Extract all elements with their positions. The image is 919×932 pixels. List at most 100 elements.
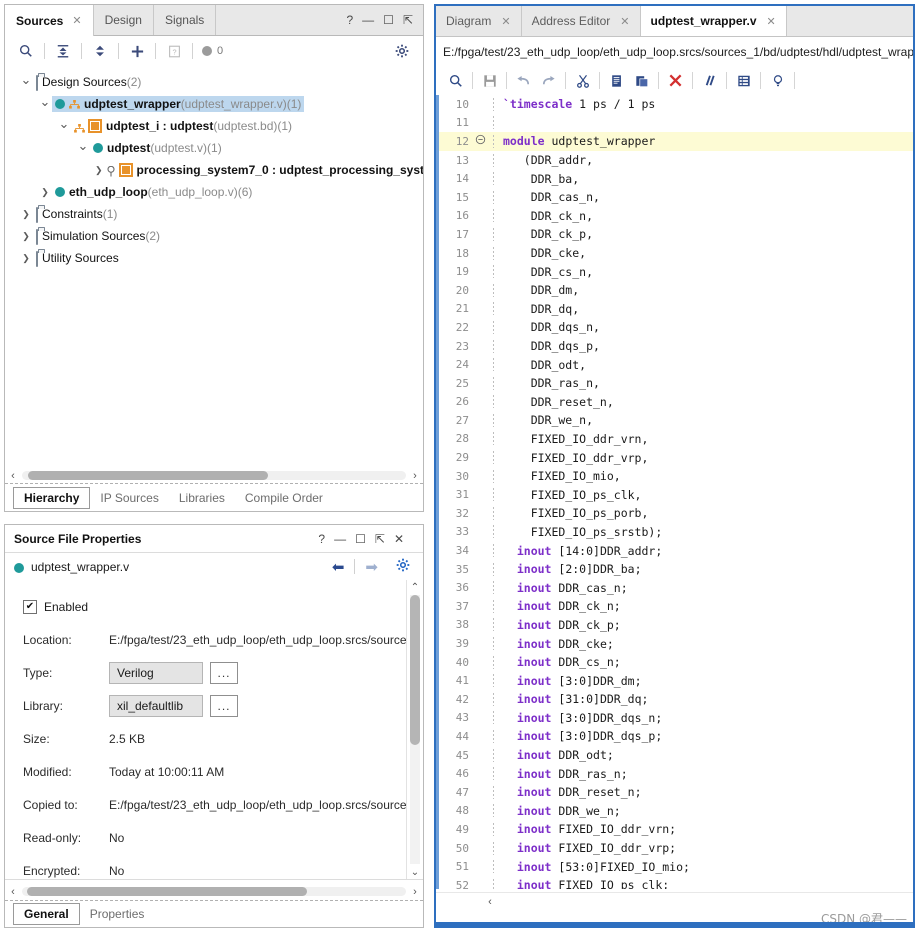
search-icon[interactable] [13, 40, 39, 62]
chevron-down-icon[interactable]: ⌄ [57, 116, 71, 132]
float-button[interactable]: ⇱ [375, 533, 385, 545]
chevron-right-icon[interactable]: ❯ [95, 165, 103, 176]
find-icon[interactable] [443, 70, 468, 92]
chevron-right-icon[interactable]: ❯ [19, 253, 33, 264]
tab-sources[interactable]: Sources ✕ [5, 5, 94, 36]
tree-item[interactable]: ⌄ udptest_wrapper (udptest_wrapper.v) (1) [5, 93, 423, 115]
code-line[interactable]: 47 inout DDR_reset_n; [436, 783, 913, 802]
chevron-right-icon[interactable]: ❯ [38, 187, 52, 198]
chevron-right-icon[interactable]: ❯ [19, 209, 33, 220]
help-button[interactable]: ? [346, 14, 353, 26]
help-button[interactable]: ? [318, 533, 325, 545]
expand-all-icon[interactable] [87, 40, 113, 62]
scroll-left-icon[interactable]: ‹ [5, 470, 21, 482]
code-line[interactable]: 37 inout DDR_ck_n; [436, 597, 913, 616]
maximize-button[interactable]: ☐ [355, 533, 366, 545]
code-line[interactable]: 38 inout DDR_ck_p; [436, 616, 913, 635]
code-line[interactable]: 31 FIXED_IO_ps_clk, [436, 485, 913, 504]
chevron-down-icon[interactable]: ⌄ [76, 138, 90, 154]
tab-libraries[interactable]: Libraries [169, 488, 235, 508]
tab-ip-sources[interactable]: IP Sources [90, 488, 168, 508]
tree-horizontal-scrollbar[interactable]: ‹ › [5, 468, 423, 483]
property-value-field[interactable]: xil_defaultlib [109, 694, 203, 717]
tab-compile-order[interactable]: Compile Order [235, 488, 333, 508]
help-box-icon[interactable]: ? [161, 40, 187, 62]
editor-horizontal-scrollbar[interactable]: ‹ [436, 892, 913, 910]
chevron-down-icon[interactable]: ⌄ [38, 94, 52, 110]
chevron-down-icon[interactable]: ⌄ [19, 72, 33, 88]
scroll-left-icon[interactable]: ‹ [482, 896, 498, 908]
tab-general[interactable]: General [13, 903, 80, 925]
tree-item[interactable]: ❯ processing_system7_0 : udptest_processi… [5, 159, 423, 181]
add-sources-icon[interactable] [124, 40, 150, 62]
properties-horizontal-scrollbar[interactable]: ‹ › [5, 883, 423, 900]
code-line[interactable]: 23 DDR_dqs_p, [436, 337, 913, 356]
scroll-thumb[interactable] [410, 595, 420, 745]
fold-collapse-icon[interactable] [474, 134, 487, 148]
code-line[interactable]: 19 DDR_cs_n, [436, 262, 913, 281]
tree-item[interactable]: ⌄ Design Sources (2) [5, 71, 423, 93]
code-line[interactable]: 26 DDR_reset_n, [436, 393, 913, 412]
indent-icon[interactable] [731, 70, 756, 92]
tree-item[interactable]: ⌄ udptest (udptest.v) (1) [5, 137, 423, 159]
tab-udptest-wrapper-v[interactable]: udptest_wrapper.v ✕ [640, 6, 787, 36]
scroll-thumb[interactable] [28, 471, 268, 480]
code-line[interactable]: 50 inout FIXED_IO_ddr_vrp; [436, 839, 913, 858]
save-icon[interactable] [477, 70, 502, 92]
arrow-right-icon[interactable]: ➡ [355, 558, 388, 576]
code-line[interactable]: 11 [436, 114, 913, 133]
properties-vertical-scrollbar[interactable]: ⌃ ⌄ [406, 580, 423, 879]
code-line[interactable]: 29 FIXED_IO_ddr_vrp, [436, 448, 913, 467]
scroll-left-icon[interactable]: ‹ [5, 886, 21, 898]
browse-button[interactable]: ... [210, 661, 238, 684]
code-line[interactable]: 25 DDR_ras_n, [436, 374, 913, 393]
code-line[interactable]: 46 inout DDR_ras_n; [436, 764, 913, 783]
code-line[interactable]: 27 DDR_we_n, [436, 411, 913, 430]
code-line[interactable]: 24 DDR_odt, [436, 355, 913, 374]
maximize-button[interactable]: ☐ [383, 14, 394, 26]
code-line[interactable]: 48 inout DDR_we_n; [436, 802, 913, 821]
code-line[interactable]: 13 (DDR_addr, [436, 151, 913, 170]
close-icon[interactable]: ✕ [501, 15, 510, 28]
cut-icon[interactable] [570, 70, 595, 92]
tab-design[interactable]: Design [93, 5, 154, 35]
scroll-right-icon[interactable]: › [407, 470, 423, 482]
code-line[interactable]: 12 module udptest_wrapper [436, 132, 913, 151]
code-line[interactable]: 33 FIXED_IO_ps_srstb); [436, 523, 913, 542]
bulb-icon[interactable] [765, 70, 790, 92]
close-icon[interactable]: ✕ [72, 14, 81, 27]
undo-icon[interactable] [511, 70, 536, 92]
code-line[interactable]: 40 inout DDR_cs_n; [436, 653, 913, 672]
code-line[interactable]: 43 inout [3:0]DDR_dqs_n; [436, 709, 913, 728]
comment-icon[interactable] [697, 70, 722, 92]
redo-icon[interactable] [536, 70, 561, 92]
close-icon[interactable]: ✕ [620, 15, 629, 28]
scroll-track[interactable] [22, 471, 406, 480]
code-line[interactable]: 15 DDR_cas_n, [436, 188, 913, 207]
tree-item[interactable]: ❯ Utility Sources [5, 247, 423, 269]
code-line[interactable]: 36 inout DDR_cas_n; [436, 578, 913, 597]
scroll-track[interactable] [410, 595, 420, 864]
code-text-area[interactable]: 10 `timescale 1 ps / 1 ps 11 12 module udpte… [436, 95, 913, 889]
code-line[interactable]: 41 inout [3:0]DDR_dm; [436, 671, 913, 690]
gear-icon[interactable] [389, 40, 415, 62]
sources-tree[interactable]: ⌄ Design Sources (2) ⌄ udptest_wrapper (udp… [5, 66, 423, 461]
tree-item[interactable]: ❯ Simulation Sources (2) [5, 225, 423, 247]
chevron-right-icon[interactable]: ❯ [19, 231, 33, 242]
collapse-all-icon[interactable] [50, 40, 76, 62]
tree-item[interactable]: ❯ Constraints (1) [5, 203, 423, 225]
code-line[interactable]: 51 inout [53:0]FIXED_IO_mio; [436, 857, 913, 876]
tab-address-editor[interactable]: Address Editor ✕ [521, 6, 641, 36]
enabled-checkbox[interactable]: ✔ [23, 599, 37, 614]
code-line[interactable]: 20 DDR_dm, [436, 281, 913, 300]
close-icon[interactable]: ✕ [767, 15, 776, 28]
code-line[interactable]: 17 DDR_ck_p, [436, 225, 913, 244]
code-line[interactable]: 35 inout [2:0]DDR_ba; [436, 560, 913, 579]
code-line[interactable]: 22 DDR_dqs_n, [436, 318, 913, 337]
code-line[interactable]: 34 inout [14:0]DDR_addr; [436, 541, 913, 560]
copy-icon[interactable] [604, 70, 629, 92]
tab-diagram[interactable]: Diagram ✕ [436, 6, 522, 36]
arrow-left-icon[interactable]: ⬅ [322, 558, 355, 576]
close-button[interactable]: ✕ [394, 533, 404, 545]
code-line[interactable]: 16 DDR_ck_n, [436, 207, 913, 226]
